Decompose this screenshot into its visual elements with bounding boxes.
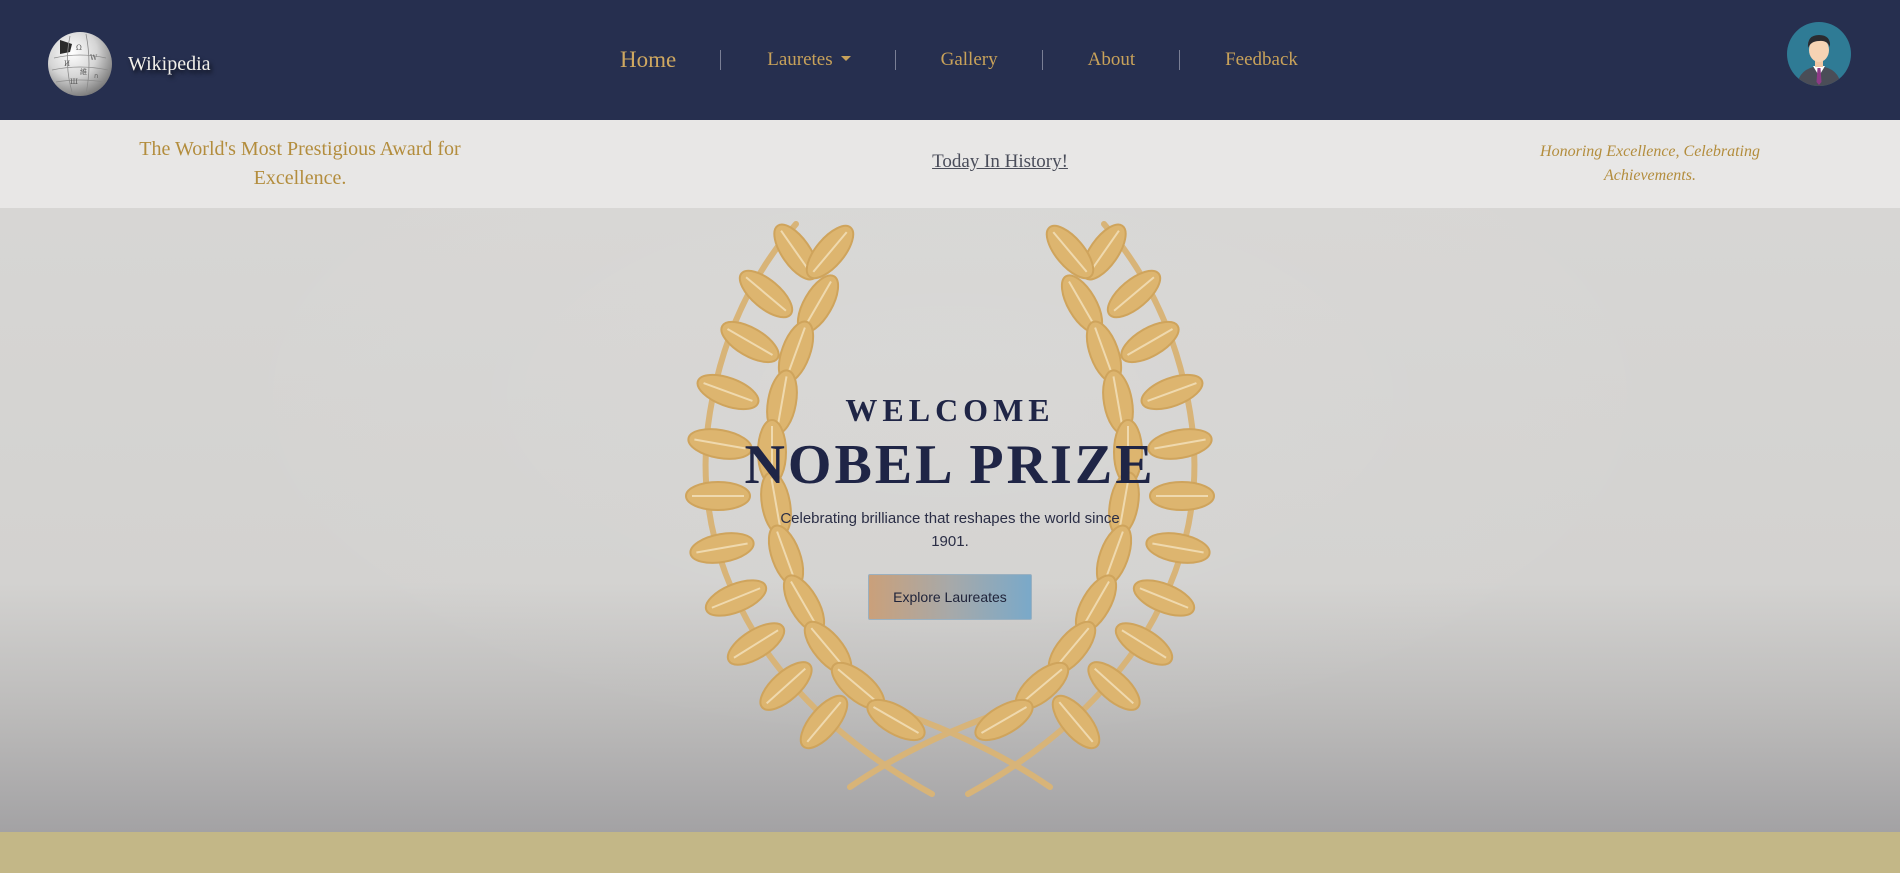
svg-text:Ш: Ш <box>70 78 78 86</box>
wikipedia-globe-icon: Ω W И 維 ก Ш <box>48 32 112 96</box>
nav-laureates-link[interactable]: Lauretes <box>767 49 832 71</box>
tagline-left: The World's Most Prestigious Award for E… <box>139 138 461 189</box>
hero-subtitle: Celebrating brilliance that reshapes the… <box>780 510 1120 550</box>
nav-divider <box>1041 50 1043 70</box>
top-navbar: Ω W И 維 ก Ш Wikipedia Home Lauretes Gall… <box>0 0 1900 120</box>
nav-about-link[interactable]: About <box>1088 49 1136 71</box>
nav-divider <box>1179 50 1181 70</box>
hero-content: WELCOME NOBEL PRIZE Celebrating brillian… <box>700 392 1200 620</box>
tagline-right: Honoring Excellence, Celebrating Achieve… <box>1540 143 1760 184</box>
bottom-strip <box>0 832 1900 873</box>
hero-welcome: WELCOME <box>845 392 1055 428</box>
nav-divider <box>894 50 896 70</box>
brand-link[interactable]: Ω W И 維 ก Ш Wikipedia <box>46 30 211 98</box>
hero-title: NOBEL PRIZE <box>744 434 1156 496</box>
user-avatar-icon[interactable] <box>1787 22 1851 86</box>
hero-section: WELCOME NOBEL PRIZE Celebrating brillian… <box>0 208 1900 832</box>
today-in-history-link[interactable]: Today In History! <box>900 151 1100 173</box>
svg-text:ก: ก <box>94 72 98 80</box>
nav-gallery-link[interactable]: Gallery <box>941 49 998 71</box>
nav-divider <box>720 50 722 70</box>
svg-text:Ω: Ω <box>76 44 82 52</box>
nav-home-link[interactable]: Home <box>620 47 676 73</box>
nav-feedback-link[interactable]: Feedback <box>1225 49 1298 71</box>
brand-name: Wikipedia <box>128 52 211 75</box>
svg-text:維: 維 <box>80 67 87 76</box>
svg-text:И: И <box>64 60 70 68</box>
svg-text:W: W <box>90 54 98 62</box>
tagline-bar: The World's Most Prestigious Award for E… <box>0 120 1900 208</box>
caret-down-icon <box>840 55 851 61</box>
nav-laureates-dropdown[interactable]: Lauretes <box>767 49 851 71</box>
explore-laureates-button[interactable]: Explore Laureates <box>868 574 1032 620</box>
main-nav: Home Lauretes Gallery About Feedback <box>620 40 1298 80</box>
